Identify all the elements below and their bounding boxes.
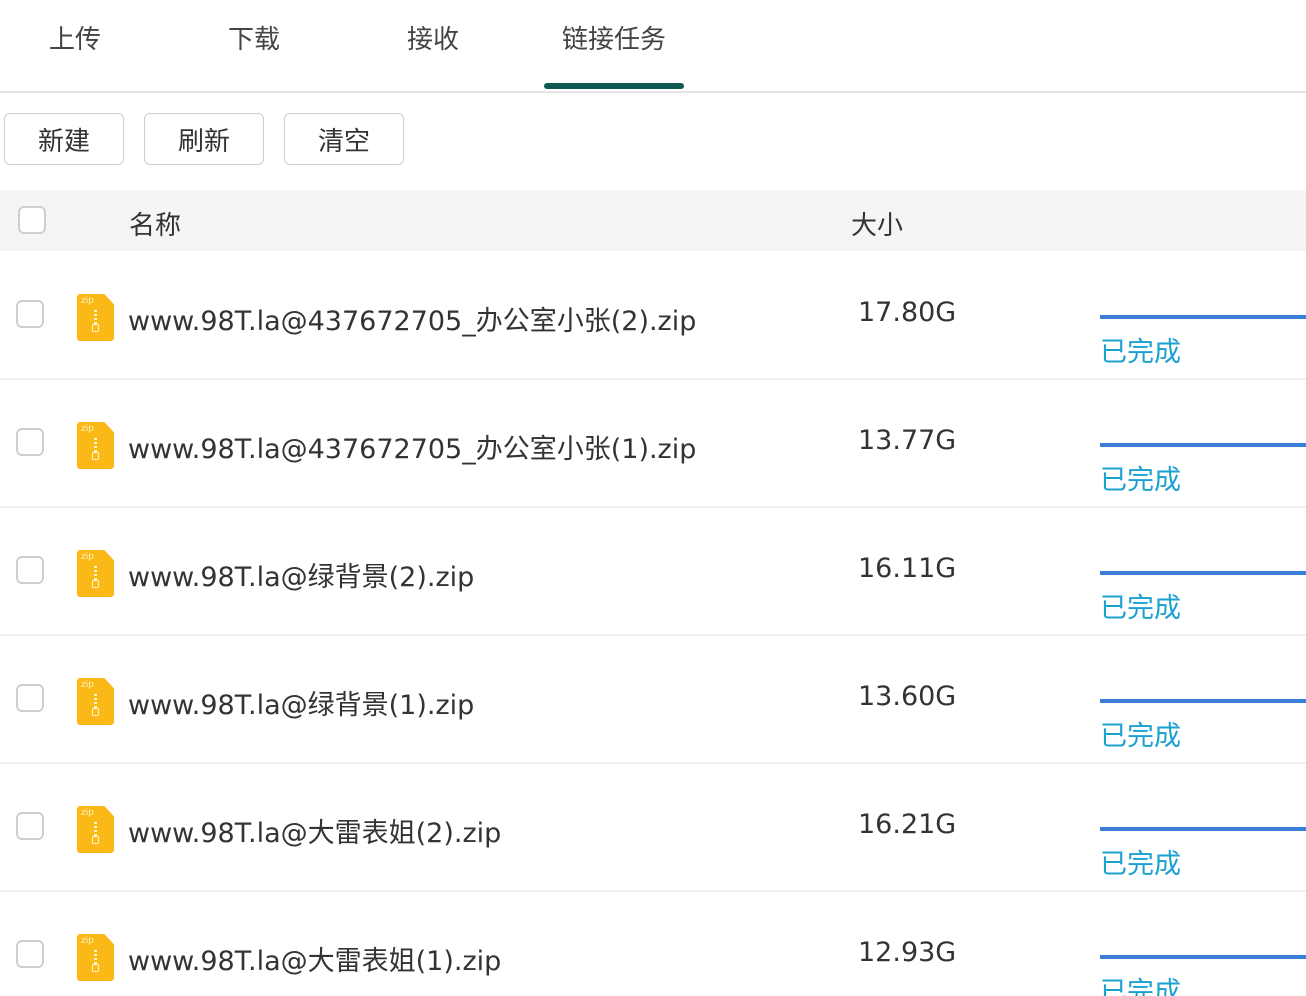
column-header-name: 名称 bbox=[129, 211, 182, 241]
table-row[interactable]: zip www.98T.la@437672705_办公室小张(2).zip 17… bbox=[0, 252, 1306, 380]
status-text: 已完成 bbox=[1100, 593, 1181, 624]
link-tasks-page: 上传 下载 接收 链接任务 新建 刷新 清空 名称 大小 zip www.98T… bbox=[0, 0, 1306, 996]
file-size: 16.21G bbox=[858, 809, 957, 840]
column-header-size: 大小 bbox=[851, 211, 904, 241]
row-checkbox[interactable] bbox=[16, 684, 44, 712]
table-row[interactable]: zip www.98T.la@绿背景(2).zip 16.11G 已完成 bbox=[0, 508, 1306, 636]
tab-bar: 上传 下载 接收 链接任务 bbox=[0, 0, 1306, 93]
file-size: 12.93G bbox=[858, 937, 957, 968]
progress-bar bbox=[1100, 315, 1306, 319]
progress-bar bbox=[1100, 699, 1306, 703]
status-text: 已完成 bbox=[1100, 977, 1181, 996]
status-text: 已完成 bbox=[1100, 337, 1181, 368]
zip-file-icon: zip bbox=[77, 934, 114, 981]
tab-label: 下载 bbox=[227, 25, 280, 55]
new-button[interactable]: 新建 bbox=[4, 113, 124, 165]
table-header: 名称 大小 bbox=[0, 190, 1306, 251]
file-size: 13.77G bbox=[858, 425, 957, 456]
zip-file-icon: zip bbox=[77, 550, 114, 597]
file-name: www.98T.la@大雷表姐(1).zip bbox=[128, 946, 502, 977]
row-checkbox[interactable] bbox=[16, 300, 44, 328]
tab-download[interactable]: 下载 bbox=[209, 0, 299, 91]
tab-link-tasks[interactable]: 链接任务 bbox=[544, 0, 684, 91]
table-row[interactable]: zip www.98T.la@绿背景(1).zip 13.60G 已完成 bbox=[0, 636, 1306, 764]
file-size: 17.80G bbox=[858, 297, 957, 328]
file-name: www.98T.la@绿背景(1).zip bbox=[128, 690, 475, 721]
tab-label: 接收 bbox=[406, 25, 459, 55]
progress-bar bbox=[1100, 955, 1306, 959]
status-text: 已完成 bbox=[1100, 849, 1181, 880]
tab-label: 链接任务 bbox=[561, 25, 666, 55]
row-checkbox[interactable] bbox=[16, 940, 44, 968]
status-text: 已完成 bbox=[1100, 465, 1181, 496]
progress-bar bbox=[1100, 827, 1306, 831]
progress-bar bbox=[1100, 443, 1306, 447]
file-name: www.98T.la@437672705_办公室小张(2).zip bbox=[128, 306, 697, 337]
file-name: www.98T.la@大雷表姐(2).zip bbox=[128, 818, 502, 849]
refresh-button[interactable]: 刷新 bbox=[144, 113, 264, 165]
progress-bar bbox=[1100, 571, 1306, 575]
row-checkbox[interactable] bbox=[16, 812, 44, 840]
zip-file-icon: zip bbox=[77, 806, 114, 853]
tab-upload[interactable]: 上传 bbox=[30, 0, 120, 91]
status-text: 已完成 bbox=[1100, 721, 1181, 752]
select-all-checkbox[interactable] bbox=[18, 206, 46, 234]
table-row[interactable]: zip www.98T.la@大雷表姐(2).zip 16.21G 已完成 bbox=[0, 764, 1306, 892]
clear-button[interactable]: 清空 bbox=[284, 113, 404, 165]
table-row[interactable]: zip www.98T.la@437672705_办公室小张(1).zip 13… bbox=[0, 380, 1306, 508]
row-checkbox[interactable] bbox=[16, 556, 44, 584]
zip-file-icon: zip bbox=[77, 422, 114, 469]
zip-file-icon: zip bbox=[77, 294, 114, 341]
file-name: www.98T.la@437672705_办公室小张(1).zip bbox=[128, 434, 697, 465]
tab-label: 上传 bbox=[48, 25, 101, 55]
file-name: www.98T.la@绿背景(2).zip bbox=[128, 562, 475, 593]
row-checkbox[interactable] bbox=[16, 428, 44, 456]
file-size: 13.60G bbox=[858, 681, 957, 712]
file-size: 16.11G bbox=[858, 553, 957, 584]
zip-file-icon: zip bbox=[77, 678, 114, 725]
table-row[interactable]: zip www.98T.la@大雷表姐(1).zip 12.93G 已完成 bbox=[0, 892, 1306, 996]
tab-receive[interactable]: 接收 bbox=[388, 0, 478, 91]
